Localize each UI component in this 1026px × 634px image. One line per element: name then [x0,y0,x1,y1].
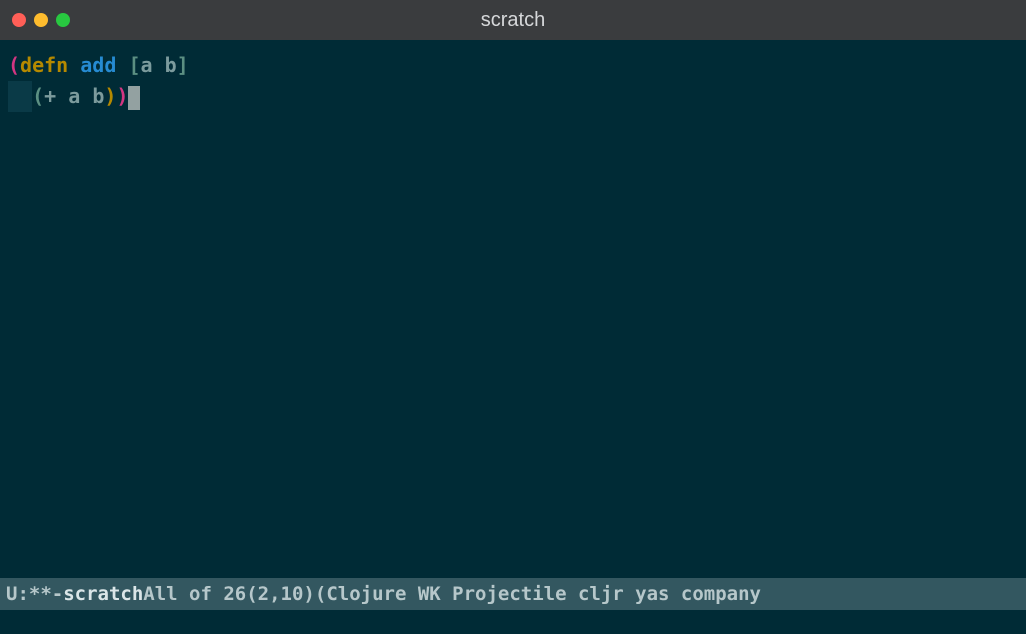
ml-buffer-name: scratch [63,583,143,605]
window-title: scratch [0,9,1026,32]
arg-b: b [92,84,104,108]
text-cursor [128,86,140,110]
ml-position: All of 26 [143,583,246,605]
bracket-open: [ [128,53,140,77]
code-line-2: (+ a b)) [8,84,140,108]
bracket-close: ] [177,53,189,77]
param-b: b [165,53,177,77]
minimize-icon[interactable] [34,13,48,27]
inner-paren-open: ( [32,84,44,108]
function-name: add [80,53,116,77]
param-a: a [140,53,152,77]
minibuffer[interactable] [0,610,1026,634]
titlebar: scratch [0,0,1026,40]
ml-status: U:**- [6,583,63,605]
plus-op: + [44,84,56,108]
outer-paren-close: ) [116,84,128,108]
traffic-lights [0,13,70,27]
paren-open: ( [8,53,20,77]
ml-modes: (Clojure WK Projectile cljr yas company [315,583,761,605]
keyword-defn: defn [20,53,68,77]
mode-line[interactable]: U:**- scratch All of 26 (2,10) (Clojure … [0,578,1026,610]
arg-a: a [68,84,80,108]
editor-area[interactable]: (defn add [a b] (+ a b)) [0,40,1026,578]
indent-guide [8,81,32,112]
close-icon[interactable] [12,13,26,27]
code-line-1: (defn add [a b] [8,53,189,77]
inner-paren-close: ) [104,84,116,108]
maximize-icon[interactable] [56,13,70,27]
ml-cursor-pos: (2,10) [246,583,315,605]
